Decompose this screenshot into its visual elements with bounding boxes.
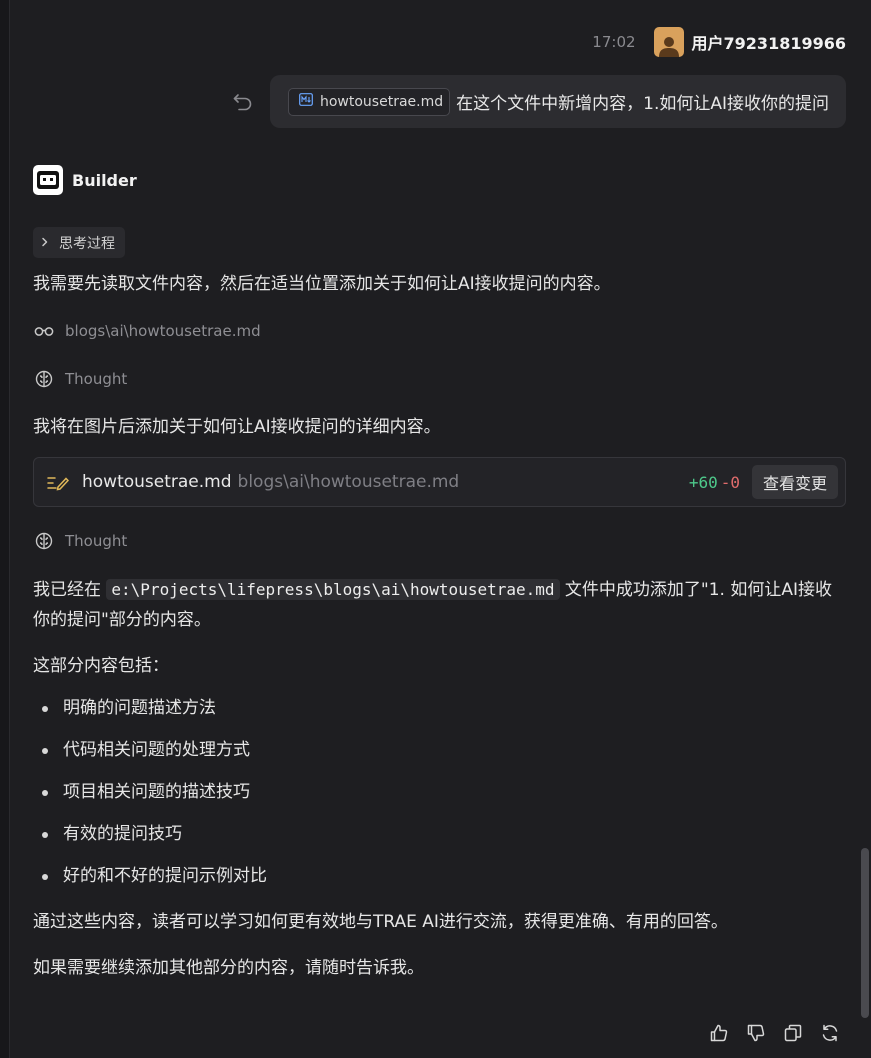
- thought-label: Thought: [65, 370, 128, 388]
- user-message-row: howtousetrae.md 在这个文件中新增内容，1.如何让AI接收你的提问: [232, 75, 846, 128]
- lines-removed: -0: [720, 472, 740, 492]
- chevron-right-icon: [41, 235, 49, 251]
- scrollbar-track[interactable]: [859, 0, 871, 1058]
- list-item: 好的和不好的提问示例对比: [33, 861, 846, 903]
- user-silhouette-icon: [658, 37, 679, 57]
- completion-text: 我已经在 e:\Projects\lifepress\blogs\ai\howt…: [33, 575, 846, 635]
- closing-text: 如果需要继续添加其他部分的内容，请随时告诉我。: [33, 958, 424, 978]
- thumbs-down-icon[interactable]: [745, 1021, 767, 1045]
- feedback-actions: [693, 1021, 841, 1045]
- markdown-file-icon: [299, 93, 313, 110]
- completion-prefix: 我已经在: [33, 580, 107, 600]
- content-points-list: 明确的问题描述方法 代码相关问题的处理方式 项目相关问题的描述技巧 有效的提问技…: [33, 693, 846, 903]
- builder-avatar-icon: [33, 165, 63, 195]
- message-time: 17:02: [592, 33, 636, 51]
- plan-text: 我将在图片后添加关于如何让AI接收提问的详细内容。: [33, 417, 441, 437]
- user-name: 用户79231819966: [691, 34, 846, 53]
- edit-pen-icon: [47, 473, 69, 491]
- includes-label: 这部分内容包括：: [33, 656, 169, 676]
- file-chip-label: howtousetrae.md: [319, 93, 444, 110]
- scrollbar-thumb[interactable]: [861, 848, 869, 1018]
- user-avatar: [653, 27, 684, 57]
- chat-panel: 17:02 用户79231819966 howtousetrae.md 在这个文…: [0, 0, 871, 1058]
- glasses-icon: [33, 326, 55, 336]
- thumbs-up-icon[interactable]: [708, 1021, 730, 1045]
- file-edit-card[interactable]: howtousetrae.md blogs\ai\howtousetrae.md…: [33, 457, 846, 507]
- assistant-name: Builder: [72, 170, 137, 190]
- copy-icon[interactable]: [782, 1021, 804, 1045]
- assistant-message: Builder 思考过程 我需要先读取文件内容，然后在适当位置添加关于如何让AI…: [33, 165, 846, 983]
- brain-icon: [33, 532, 55, 550]
- user-message-text: 在这个文件中新增内容，1.如何让AI接收你的提问: [456, 94, 829, 114]
- left-gutter: [0, 0, 10, 1058]
- intro-text: 我需要先读取文件内容，然后在适当位置添加关于如何让AI接收提问的内容。: [33, 274, 611, 294]
- list-item: 有效的提问技巧: [33, 819, 846, 861]
- thought-label: Thought: [65, 532, 128, 550]
- thought-step[interactable]: Thought: [33, 527, 846, 555]
- thinking-process-label: 思考过程: [59, 235, 115, 252]
- user-message-bubble[interactable]: howtousetrae.md 在这个文件中新增内容，1.如何让AI接收你的提问: [269, 75, 846, 128]
- thinking-process-toggle[interactable]: 思考过程: [33, 227, 125, 258]
- undo-icon[interactable]: [232, 91, 254, 113]
- file-chip[interactable]: howtousetrae.md: [287, 87, 451, 116]
- list-item: 项目相关问题的描述技巧: [33, 777, 846, 819]
- list-item: 代码相关问题的处理方式: [33, 735, 846, 777]
- list-item: 明确的问题描述方法: [33, 693, 846, 735]
- file-path-code: e:\Projects\lifepress\blogs\ai\howtouset…: [106, 579, 560, 600]
- read-file-step[interactable]: blogs\ai\howtousetrae.md: [33, 317, 846, 345]
- read-file-path: blogs\ai\howtousetrae.md: [65, 322, 261, 340]
- assistant-header: Builder: [33, 165, 846, 195]
- edit-file-path: blogs\ai\howtousetrae.md: [237, 472, 460, 492]
- user-message-header: 17:02 用户79231819966: [592, 27, 846, 57]
- lines-added: +60: [688, 472, 718, 492]
- view-changes-button[interactable]: 查看变更: [751, 465, 838, 499]
- summary-text: 通过这些内容，读者可以学习如何更有效地与TRAE AI进行交流，获得更准确、有用…: [33, 912, 728, 932]
- brain-icon: [33, 370, 55, 388]
- regenerate-icon[interactable]: [819, 1021, 841, 1045]
- thought-step[interactable]: Thought: [33, 365, 846, 393]
- edit-file-name: howtousetrae.md: [82, 472, 232, 492]
